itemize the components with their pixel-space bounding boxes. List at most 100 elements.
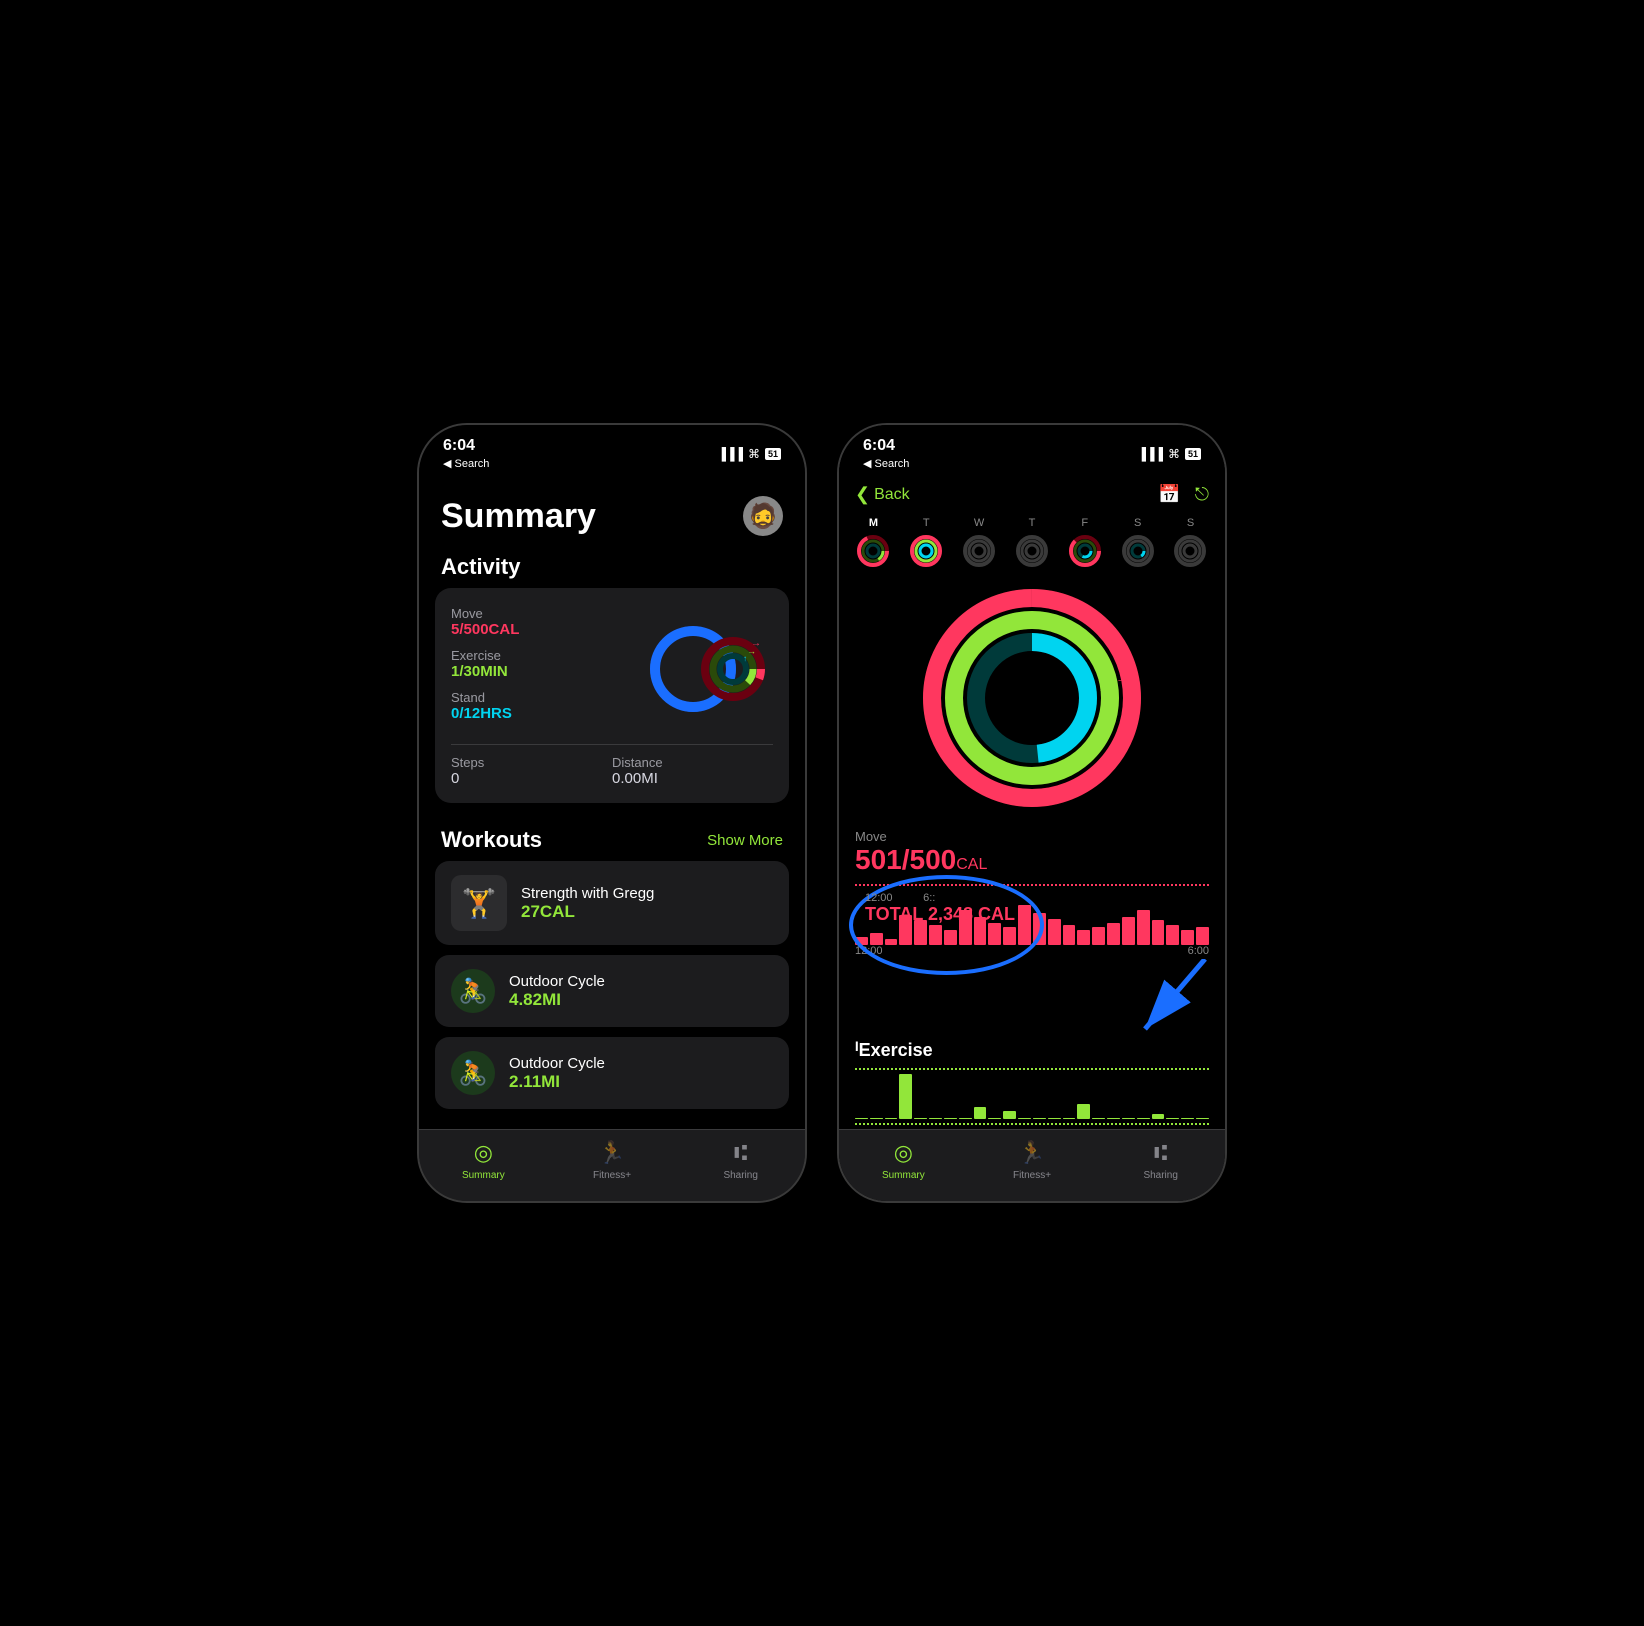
sharing-tab-icon-left: ⑆ — [734, 1140, 747, 1166]
show-more-button[interactable]: Show More — [707, 832, 783, 849]
tab-fitness-right[interactable]: 🏃 Fitness+ — [968, 1140, 1097, 1181]
activity-rings-small: → → ↑ — [643, 604, 773, 734]
exercise-bar — [899, 1074, 912, 1119]
workout-item-2[interactable]: 🚴 Outdoor Cycle 2.11MI — [435, 1037, 789, 1109]
steps-distance-row: Steps 0 Distance 0.00MI — [451, 744, 773, 787]
workout-name-1: Outdoor Cycle — [509, 973, 773, 990]
mini-ring-6 — [1172, 533, 1208, 569]
week-day-label-5: S — [1134, 517, 1141, 529]
chevron-left-icon: ❮ — [855, 484, 870, 505]
back-button[interactable]: ❮ Back — [855, 484, 910, 505]
week-day-1[interactable]: T — [908, 517, 944, 569]
tab-summary-right[interactable]: ◎ Summary — [839, 1140, 968, 1181]
total-cal-value: TOTAL 2,348 CAL — [865, 904, 1015, 925]
fitness-tab-label-left: Fitness+ — [593, 1170, 631, 1181]
svg-text:↑: ↑ — [1080, 688, 1087, 704]
mini-ring-0 — [855, 533, 891, 569]
tab-sharing-left[interactable]: ⑆ Sharing — [676, 1140, 805, 1181]
sharing-tab-icon-right: ⑆ — [1154, 1140, 1167, 1166]
workout-value-2: 2.11MI — [509, 1072, 773, 1092]
fitness-tab-label-right: Fitness+ — [1013, 1170, 1051, 1181]
nav-right-icons: 📅 ⎋ — [1158, 484, 1209, 505]
exercise-bar — [1077, 1104, 1090, 1119]
status-bar-left: 6:04 ◀ Search ▐▐▐ ⌘ 51 — [419, 425, 805, 476]
status-right-left: ▐▐▐ ⌘ 51 — [717, 447, 781, 461]
search-back-left[interactable]: ◀ Search — [443, 457, 489, 470]
chart-time-row: 12:00 6:00 — [855, 945, 1209, 957]
move-label: Move — [451, 606, 643, 621]
exercise-bar — [944, 1118, 957, 1119]
status-right-right: ▐▐▐ ⌘ 51 — [1137, 447, 1201, 461]
summary-tab-icon-left: ◎ — [474, 1140, 493, 1166]
exercise-bar — [959, 1118, 972, 1119]
svg-text:↑: ↑ — [743, 654, 747, 663]
distance-item: Distance 0.00MI — [612, 755, 773, 787]
workout-name-2: Outdoor Cycle — [509, 1055, 773, 1072]
time-left: 6:04 — [443, 437, 475, 455]
move-label-right: Move — [855, 829, 1209, 844]
week-day-4[interactable]: F — [1067, 517, 1103, 569]
avatar[interactable]: 🧔 — [743, 496, 783, 536]
exercise-section-title: ᴵExercise — [855, 1039, 1209, 1062]
battery-left: 51 — [765, 448, 781, 460]
workout-item-1[interactable]: 🚴 Outdoor Cycle 4.82MI — [435, 955, 789, 1027]
total-cal-overlay: 12:00 6:: TOTAL 2,348 CAL — [857, 888, 1023, 929]
time-right: 6:04 — [863, 437, 895, 455]
mini-ring-1 — [908, 533, 944, 569]
exercise-bar-chart — [855, 1074, 1209, 1119]
workout-value-1: 4.82MI — [509, 990, 773, 1010]
week-day-2[interactable]: W — [961, 517, 997, 569]
move-value-right: 501/500CAL — [855, 844, 1209, 876]
tab-sharing-right[interactable]: ⑆ Sharing — [1096, 1140, 1225, 1181]
week-strip: M T — [839, 513, 1225, 575]
exercise-bar — [1122, 1118, 1135, 1119]
week-day-label-2: W — [974, 517, 984, 529]
move-value: 5/500CAL — [451, 621, 643, 638]
activity-stats: Move 5/500CAL Exercise 1/30MIN — [451, 606, 643, 732]
search-back-right[interactable]: ◀ Search — [863, 457, 909, 470]
exercise-bar — [870, 1118, 883, 1119]
stand-value: 0/12HRS — [451, 705, 643, 722]
week-day-6[interactable]: S — [1172, 517, 1208, 569]
battery-right: 51 — [1185, 448, 1201, 460]
workout-info-2: Outdoor Cycle 2.11MI — [509, 1055, 773, 1092]
phones-container: 6:04 ◀ Search ▐▐▐ ⌘ 51 Summary 🧔 Activit… — [417, 423, 1227, 1203]
calendar-icon-btn[interactable]: 📅 — [1158, 484, 1180, 505]
activity-card: Move 5/500CAL Exercise 1/30MIN — [435, 588, 789, 803]
mini-ring-2 — [961, 533, 997, 569]
week-day-0[interactable]: M — [855, 517, 891, 569]
exercise-bar — [929, 1118, 942, 1119]
week-day-label-1: T — [923, 517, 930, 529]
fitness-tab-icon-left: 🏃 — [598, 1140, 625, 1166]
exercise-bar — [1018, 1118, 1031, 1119]
workout-item-0[interactable]: 🏋️ Strength with Gregg 27CAL — [435, 861, 789, 945]
move-bar — [885, 939, 898, 945]
week-day-label-6: S — [1187, 517, 1194, 529]
stand-item: Stand 0/12HRS — [451, 690, 643, 722]
exercise-bar — [974, 1107, 987, 1119]
right-screen: 6:04 ◀ Search ▐▐▐ ⌘ 51 ❮ Back 📅 ⎋ — [839, 425, 1225, 1201]
week-day-3[interactable]: T — [1014, 517, 1050, 569]
week-day-5[interactable]: S — [1120, 517, 1156, 569]
nav-bar-right: ❮ Back 📅 ⎋ — [839, 476, 1225, 513]
summary-tab-label-left: Summary — [462, 1170, 505, 1181]
move-bar — [1077, 930, 1090, 945]
move-bar — [1092, 927, 1105, 945]
status-left-right: 6:04 ◀ Search — [863, 437, 909, 470]
move-bar — [870, 933, 883, 945]
steps-label: Steps — [451, 755, 612, 770]
exercise-bar — [1092, 1118, 1105, 1119]
exercise-bar — [1033, 1118, 1046, 1119]
activity-title: Activity — [419, 546, 805, 588]
move-section-right: Move 501/500CAL — [839, 821, 1225, 880]
share-icon-btn[interactable]: ⎋ — [1195, 484, 1209, 505]
tab-summary-left[interactable]: ◎ Summary — [419, 1140, 548, 1181]
move-bar — [1107, 923, 1120, 945]
tab-fitness-left[interactable]: 🏃 Fitness+ — [548, 1140, 677, 1181]
summary-title: Summary — [441, 497, 596, 536]
summary-header: Summary 🧔 — [419, 476, 805, 546]
move-unit: CAL — [489, 621, 520, 638]
chart-time-end: 6:00 — [1188, 945, 1209, 957]
move-bar — [1048, 919, 1061, 945]
exercise-bar — [1107, 1118, 1120, 1119]
